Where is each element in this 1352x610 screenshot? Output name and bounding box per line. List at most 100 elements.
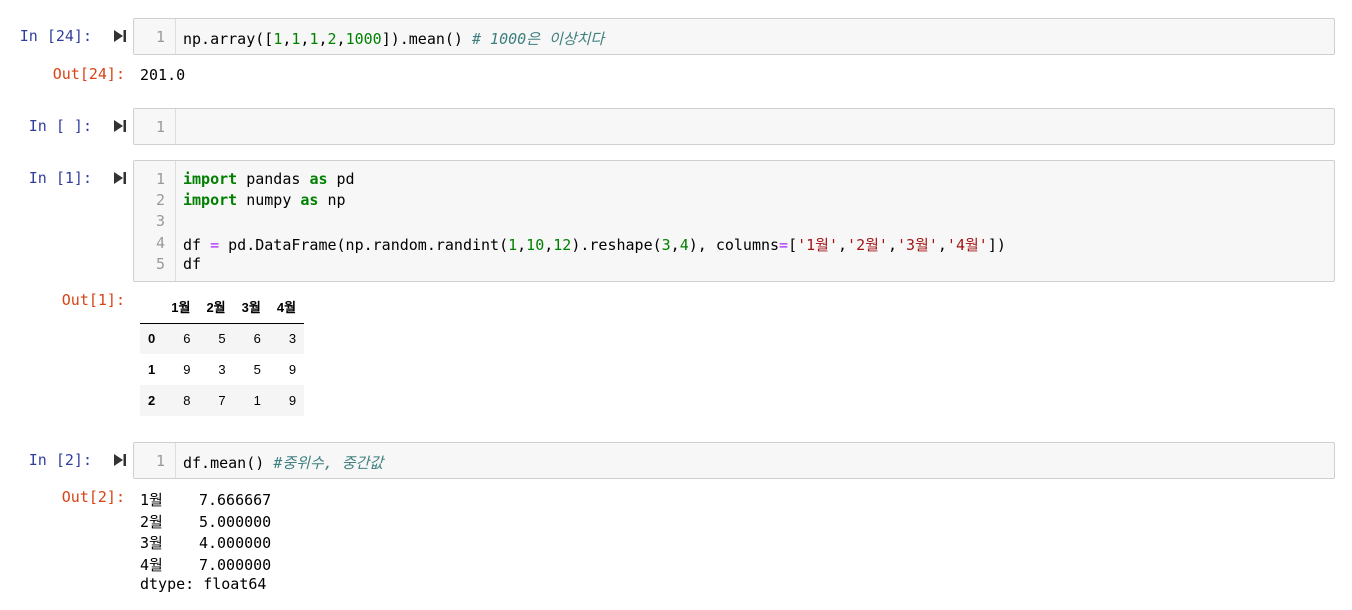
table-cell: 8	[183, 393, 191, 408]
code-cell-3[interactable]: 1 df.mean() #중위수, 중간값	[133, 442, 1335, 479]
cell-0-in-prompt: In [24]:	[19, 27, 92, 45]
table-cell: 5	[218, 331, 226, 347]
table-cell: 7	[218, 393, 226, 408]
code-cell-2[interactable]: 1 2 3 4 5 import pandas as pd import num…	[133, 160, 1335, 282]
code-cell-1[interactable]: 1	[133, 108, 1335, 145]
code-token: ,	[544, 236, 554, 254]
code-line[interactable]: np.array([1,1,1,2,1000]).mean() # 1000은 …	[183, 28, 604, 49]
code-token: =	[210, 236, 220, 254]
table-cell: 1	[253, 393, 261, 408]
cell-3-in-prompt: In [2]:	[28, 451, 92, 469]
code-token: np.array([	[183, 30, 274, 48]
cell-3-output-line: 3월 4.000000	[140, 534, 272, 552]
code-token: ,	[318, 30, 328, 48]
line-number: 2	[155, 191, 165, 209]
code-line[interactable]: import numpy as np	[183, 191, 346, 209]
cell-3-output-line: 4월 7.000000	[140, 556, 272, 574]
code-line[interactable]: df	[183, 255, 201, 273]
code-token: 3	[661, 236, 671, 254]
cell-0-output: 201.0	[140, 66, 186, 84]
cell-2-in-prompt: In [1]:	[28, 169, 92, 187]
cell-3-output-line: dtype: float64	[140, 575, 267, 593]
column-header: 2월	[198, 291, 234, 324]
code-token: 1000	[345, 30, 382, 48]
row-index: 1	[148, 362, 156, 377]
table-cell: 9	[288, 393, 297, 408]
column-header: 3월	[233, 291, 269, 324]
code-token: ])	[987, 236, 1006, 254]
code-token: pd.DataFrame(np.random.randint(	[219, 236, 509, 254]
line-number: 5	[155, 255, 165, 273]
code-token: ]).mean()	[381, 30, 472, 48]
table-cell: 9	[288, 362, 297, 377]
column-header: 4월	[268, 291, 305, 324]
code-token: ,	[670, 236, 680, 254]
code-line[interactable]: df = pd.DataFrame(np.random.randint(1,10…	[183, 234, 1006, 255]
table-cell: 6	[253, 331, 261, 347]
code-token: '4월'	[946, 236, 988, 254]
index-header	[140, 291, 164, 324]
code-token: pandas	[237, 170, 310, 188]
code-token: ,	[336, 30, 346, 48]
code-token: numpy	[237, 191, 301, 209]
code-token: =	[779, 236, 789, 254]
dataframe-header-row: 1월 2월 3월 4월	[140, 291, 305, 324]
run-cell-icon[interactable]	[113, 453, 127, 467]
code-token: as	[309, 170, 328, 188]
cell-0-out-prompt: Out[24]:	[52, 65, 125, 83]
code-token: # 1000은 이상치다	[472, 30, 605, 48]
cell-2-out-prompt: Out[1]:	[61, 291, 125, 309]
dataframe-output: 1월 2월 3월 4월 0 6 5 6 3 1 9 3 5 9 2 8 7 1 …	[140, 291, 305, 416]
run-cell-icon[interactable]	[113, 29, 127, 43]
code-token: ), columns	[688, 236, 780, 254]
cell-3-out-prompt: Out[2]:	[61, 488, 125, 506]
code-token: df	[183, 255, 202, 273]
code-token: df	[183, 236, 211, 254]
code-token: 1	[273, 30, 283, 48]
code-token: ,	[887, 236, 897, 254]
cell-1-in-prompt: In [ ]:	[28, 117, 92, 135]
code-token: '1월'	[797, 236, 839, 254]
code-token: 1	[508, 236, 518, 254]
cell-3-output-line: 1월 7.666667	[140, 491, 272, 509]
line-number-gutter: 1 2 3 4 5	[134, 161, 176, 281]
code-token: ,	[937, 236, 947, 254]
code-token: import	[183, 191, 238, 209]
code-token: import	[183, 170, 238, 188]
code-token: df.mean()	[183, 454, 274, 472]
table-cell: 3	[288, 331, 297, 347]
code-token: #중위수, 중간값	[273, 454, 384, 472]
code-line[interactable]: df.mean() #중위수, 중간값	[183, 452, 383, 473]
table-row: 2 8 7 1 9	[140, 385, 305, 416]
line-number: 3	[155, 212, 165, 230]
run-cell-icon[interactable]	[113, 119, 127, 133]
line-number: 1	[155, 170, 165, 188]
code-line[interactable]: import pandas as pd	[183, 170, 355, 188]
table-row: 1 9 3 5 9	[140, 354, 304, 385]
code-token: ,	[838, 236, 848, 254]
code-token: 2	[327, 30, 337, 48]
line-number-gutter: 1	[134, 19, 176, 54]
run-cell-icon[interactable]	[113, 171, 127, 185]
table-cell: 5	[253, 362, 261, 377]
table-cell: 3	[218, 362, 226, 377]
code-token: 4	[679, 236, 689, 254]
code-token: np	[318, 191, 346, 209]
code-token: '2월'	[847, 236, 888, 254]
table-row: 0 6 5 6 3	[140, 323, 305, 354]
row-index: 0	[148, 331, 156, 347]
code-token: ).reshape(	[571, 236, 662, 254]
line-number: 4	[155, 234, 165, 252]
code-token: '3월'	[896, 236, 938, 254]
code-token: [	[788, 236, 798, 254]
row-index: 2	[148, 393, 156, 408]
code-token: as	[300, 191, 319, 209]
cell-3-output-line: 2월 5.000000	[140, 513, 272, 531]
code-cell-0[interactable]: 1 np.array([1,1,1,2,1000]).mean() # 1000…	[133, 18, 1335, 55]
line-number: 1	[155, 118, 165, 136]
column-header: 1월	[163, 291, 199, 324]
code-token: 12	[553, 236, 572, 254]
line-number-gutter: 1	[134, 443, 176, 478]
table-cell: 6	[183, 331, 191, 347]
code-token: 10	[526, 236, 545, 254]
